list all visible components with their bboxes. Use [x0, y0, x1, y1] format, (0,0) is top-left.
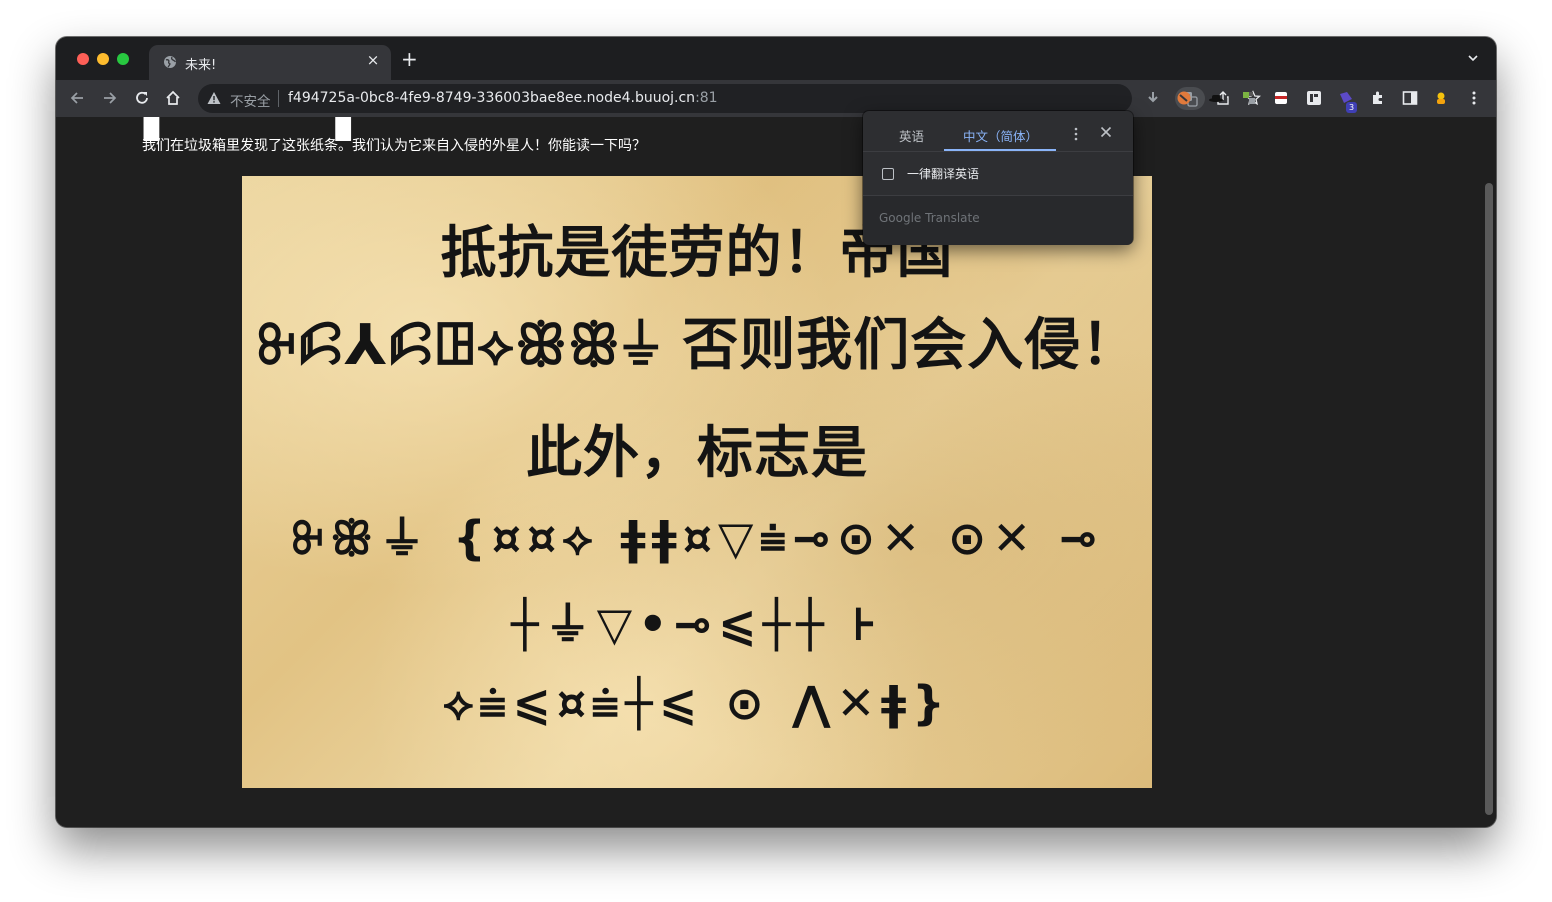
url-port: :81	[695, 90, 718, 106]
parchment-line-3: 此外，标志是	[526, 421, 868, 486]
more-options-icon[interactable]	[1070, 126, 1082, 142]
url-text[interactable]: f494725a-0bc8-4fe9-8749-336003bae8ee.nod…	[288, 90, 718, 106]
url-host: f494725a-0bc8-4fe9-8749-336003bae8ee.nod…	[288, 90, 696, 106]
divider	[278, 90, 279, 107]
globe-icon	[164, 56, 177, 68]
parchment-image: 抵抗是徒劳的！帝国 ꔬꗲ⅄ꗲꖸ⟡ꕥꕥ⏚ 否则我们会入侵！ 此外，标志是 ꔬꕥ⏚ …	[242, 176, 1152, 788]
window-maximize-button[interactable]	[117, 53, 129, 65]
intro-text: 我们在垃圾箱里发现了这张纸条。我们认为它来自入侵的外星人！你能读一下吗？	[142, 138, 646, 154]
warning-icon	[207, 92, 221, 104]
alien-glyph-line-3: ⟡⩧⩽¤⩧┼⩽ ⊙ ⋀✕ǂ}	[443, 676, 951, 730]
security-label[interactable]: 不安全	[230, 90, 271, 110]
tab-title: 未来!	[185, 58, 217, 73]
browser-window: 未来! × + 不安全 f494725a-0bc8-4fe9-8749-3360…	[56, 37, 1496, 827]
profile-avatar-icon[interactable]	[1432, 89, 1450, 107]
download-icon[interactable]	[1144, 89, 1162, 107]
tab-strip: 未来! × +	[56, 37, 1496, 80]
active-tab-indicator	[944, 149, 1056, 151]
always-translate-checkbox[interactable]	[882, 168, 894, 180]
tab-source-language[interactable]: 英语	[899, 126, 924, 145]
extension-badge: 3	[1346, 102, 1357, 113]
toolbar: 不安全 f494725a-0bc8-4fe9-8749-336003bae8ee…	[56, 80, 1496, 117]
forward-icon[interactable]	[101, 89, 119, 107]
address-bar[interactable]: 不安全 f494725a-0bc8-4fe9-8749-336003bae8ee…	[198, 84, 1261, 113]
new-tab-button[interactable]: +	[401, 49, 418, 69]
menu-icon[interactable]	[1465, 89, 1483, 107]
popup-footer: Google Translate	[863, 195, 1133, 245]
home-icon[interactable]	[164, 89, 182, 107]
puzzle-green-extension-icon[interactable]	[1240, 89, 1258, 107]
divider	[863, 151, 1133, 152]
ninja-extension-icon[interactable]	[1272, 89, 1290, 107]
panel-extension-icon[interactable]	[1305, 89, 1323, 107]
tab-close-button[interactable]: ×	[364, 51, 382, 69]
sidebar-icon[interactable]	[1401, 89, 1419, 107]
window-close-button[interactable]	[77, 53, 89, 65]
window-minimize-button[interactable]	[97, 53, 109, 65]
active-tab[interactable]: 未来! ×	[149, 45, 391, 80]
back-icon[interactable]	[68, 89, 86, 107]
translate-popup: 英语 中文（简体） 一律翻译英语 Google Translate	[863, 111, 1133, 245]
tab-target-language[interactable]: 中文（简体）	[963, 126, 1038, 145]
close-icon[interactable]	[1100, 126, 1112, 138]
google-translate-brand: Google Translate	[879, 211, 980, 225]
chevron-down-icon[interactable]	[1466, 51, 1480, 65]
always-translate-label[interactable]: 一律翻译英语	[907, 165, 979, 182]
parchment-line-2: ꔬꗲ⅄ꗲꖸ⟡ꕥꕥ⏚ 否则我们会入侵！	[255, 313, 1139, 378]
cookie-extension-icon[interactable]	[1175, 89, 1193, 107]
extensions-icon[interactable]	[1369, 89, 1387, 107]
alien-glyph-line-1: ꔬꕥ⏚ {¤¤⟡ ǂǂ¤▽⩧⊸⊙✕ ⊙✕ ⊸	[290, 511, 1104, 565]
alien-glyph-line-2: ┼⏚▽•⊸⩽┼┼ ⊦	[511, 597, 883, 651]
reload-icon[interactable]	[133, 89, 151, 107]
scrollbar-thumb[interactable]	[1485, 183, 1493, 815]
page-content: ▌▔▔▔▔ ▌▔▔▔▔▔ 我们在垃圾箱里发现了这张纸条。我们认为它来自入侵的外星…	[56, 117, 1482, 827]
hat-extension-icon[interactable]	[1207, 89, 1225, 107]
